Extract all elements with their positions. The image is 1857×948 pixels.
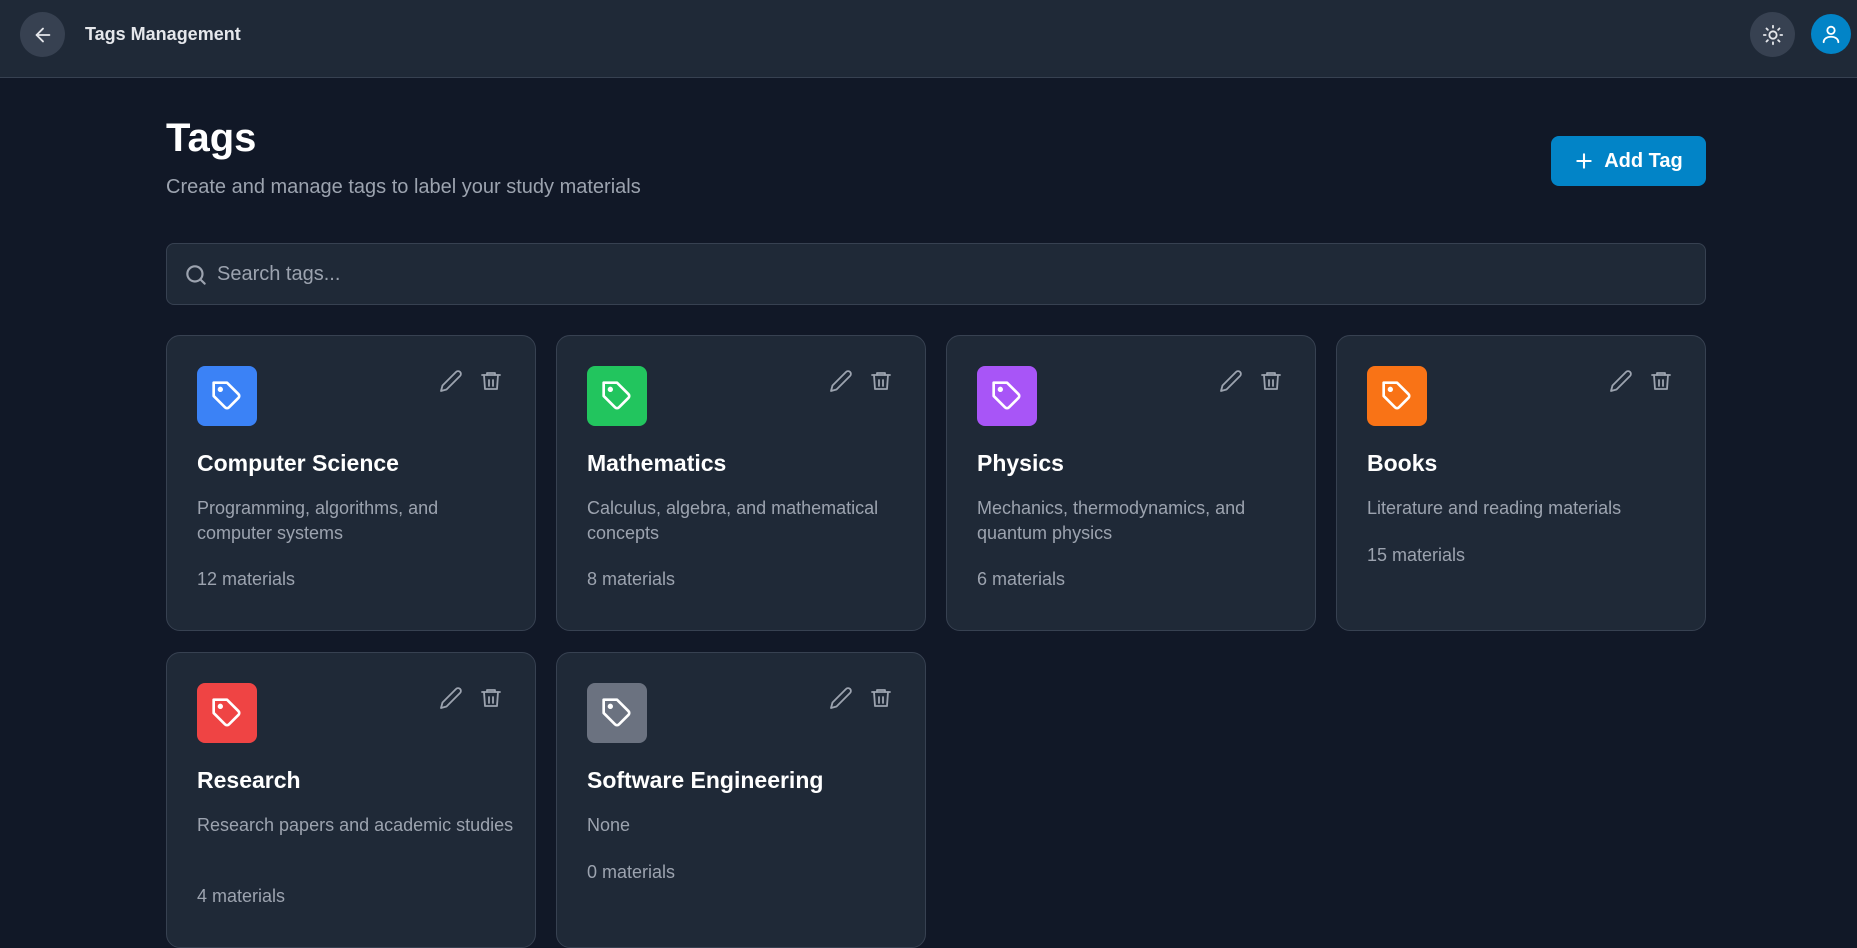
tag-card[interactable]: Books Literature and reading materials 1…: [1336, 335, 1706, 631]
tag-icon: [1382, 381, 1411, 410]
search-icon: [186, 265, 206, 285]
plus-icon: [1576, 153, 1592, 169]
tag-material-count: 4 materials: [197, 886, 286, 906]
search-bar: [166, 243, 1706, 305]
theme-toggle-button[interactable]: [1750, 12, 1795, 57]
tag-color-badge: [977, 366, 1037, 426]
page-subtitle: Create and manage tags to label your stu…: [166, 176, 641, 198]
tag-material-count: 15 materials: [1367, 545, 1466, 565]
tag-icon: [602, 381, 631, 410]
tag-card[interactable]: Software Engineering None 0 materials: [556, 652, 926, 948]
delete-tag-button[interactable]: [869, 686, 893, 710]
page-title: Tags: [166, 116, 257, 160]
search-input[interactable]: [217, 244, 1687, 304]
tag-name: Computer Science: [197, 450, 399, 476]
tag-icon: [602, 698, 631, 727]
tag-icon: [992, 381, 1021, 410]
top-bar: Tags Management: [0, 0, 1857, 78]
tag-name: Mathematics: [587, 450, 727, 476]
tag-description: Calculus, algebra, and mathematical conc…: [587, 498, 879, 543]
tag-material-count: 0 materials: [587, 862, 676, 882]
delete-tag-button[interactable]: [1649, 369, 1673, 393]
tag-color-badge: [587, 366, 647, 426]
tag-name: Books: [1367, 450, 1438, 476]
tag-name: Software Engineering: [587, 767, 824, 793]
sun-icon: [1762, 24, 1783, 45]
tag-description: Literature and reading materials: [1367, 498, 1622, 518]
tag-material-count: 12 materials: [197, 569, 296, 589]
delete-tag-button[interactable]: [479, 369, 503, 393]
app-title: Tags Management: [85, 24, 241, 44]
edit-tag-button[interactable]: [1219, 369, 1243, 393]
tag-icon: [212, 381, 241, 410]
back-button[interactable]: [20, 12, 65, 57]
edit-tag-button[interactable]: [829, 369, 853, 393]
tag-color-badge: [587, 683, 647, 743]
tag-color-badge: [1367, 366, 1427, 426]
tag-description: None: [587, 815, 631, 835]
tag-material-count: 6 materials: [977, 569, 1066, 589]
tag-name: Physics: [977, 450, 1064, 476]
delete-tag-button[interactable]: [479, 686, 503, 710]
tag-color-badge: [197, 683, 257, 743]
tag-material-count: 8 materials: [587, 569, 676, 589]
arrow-left-icon: [35, 27, 50, 42]
delete-tag-button[interactable]: [869, 369, 893, 393]
tag-color-badge: [197, 366, 257, 426]
tag-name: Research: [197, 767, 301, 793]
edit-tag-button[interactable]: [1609, 369, 1633, 393]
delete-tag-button[interactable]: [1259, 369, 1283, 393]
tag-card[interactable]: Computer Science Programming, algorithms…: [166, 335, 536, 631]
user-icon: [1822, 25, 1840, 44]
tag-card[interactable]: Mathematics Calculus, algebra, and mathe…: [556, 335, 926, 631]
tag-description: Mechanics, thermodynamics, and quantum p…: [977, 498, 1246, 543]
tag-card[interactable]: Research Research papers and academic st…: [166, 652, 536, 948]
add-tag-label: Add Tag: [1604, 149, 1683, 172]
user-avatar-button[interactable]: [1811, 14, 1851, 54]
tag-icon: [212, 698, 241, 727]
edit-tag-button[interactable]: [439, 369, 463, 393]
tag-description: Research papers and academic studies: [197, 815, 514, 835]
edit-tag-button[interactable]: [829, 686, 853, 710]
tag-card[interactable]: Physics Mechanics, thermodynamics, and q…: [946, 335, 1316, 631]
edit-tag-button[interactable]: [439, 686, 463, 710]
add-tag-button[interactable]: Add Tag: [1551, 136, 1706, 186]
tag-description: Programming, algorithms, and computer sy…: [197, 498, 439, 543]
